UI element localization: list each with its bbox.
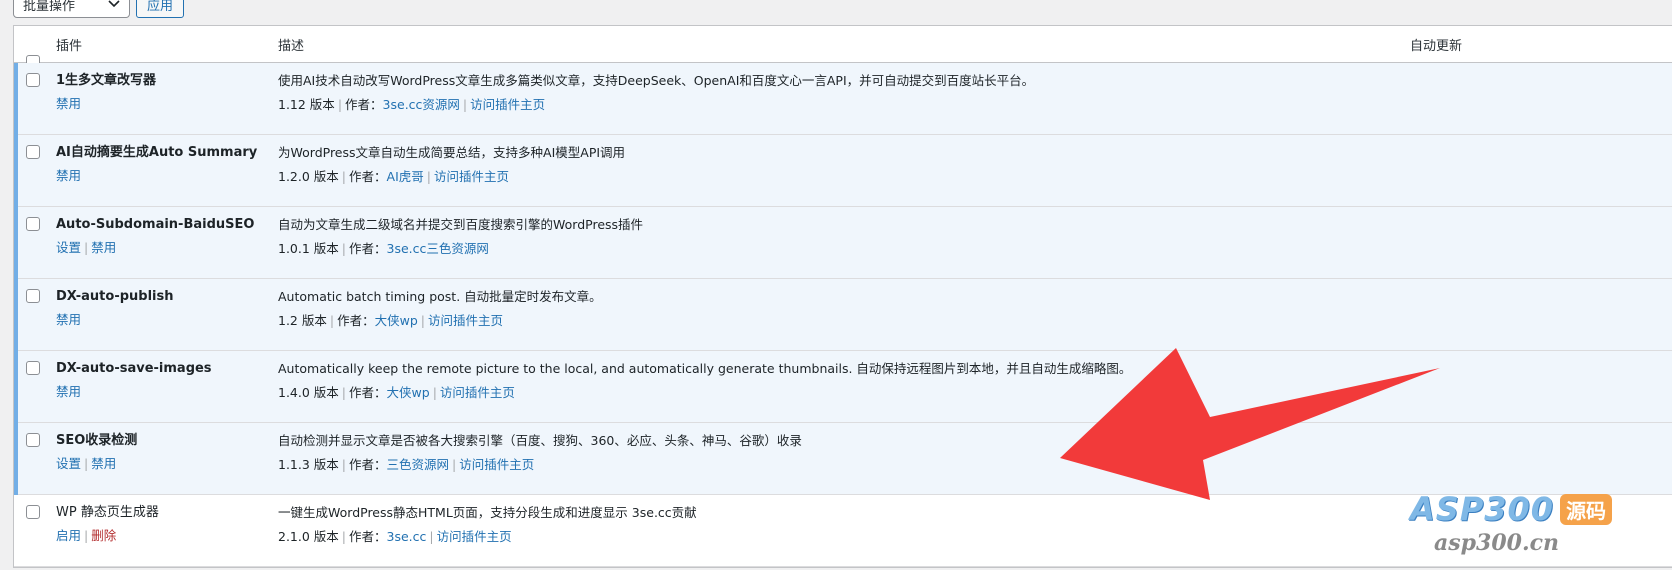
plugin-meta: 1.4.0 版本 | 作者：大侠wp | 访问插件主页	[278, 385, 515, 400]
plugin-title: WP 静态页生成器	[56, 505, 159, 520]
author-link[interactable]: 大侠wp	[387, 385, 430, 400]
author-link[interactable]: 3se.cc	[387, 529, 427, 544]
visit-plugin-link[interactable]: 访问插件主页	[470, 97, 545, 112]
deactivate-link[interactable]: 禁用	[56, 312, 81, 327]
author-prefix: 作者：	[349, 385, 387, 400]
plugin-version: 1.0.1 版本	[278, 241, 339, 256]
watermark-logo: ASP300 源码 asp300.cn	[1410, 490, 1672, 570]
plugin-title: DX-auto-save-images	[56, 361, 212, 376]
deactivate-link[interactable]: 禁用	[56, 96, 81, 111]
column-plugin[interactable]: 插件	[56, 35, 278, 54]
plugin-checkbox[interactable]	[26, 217, 40, 231]
author-prefix: 作者：	[349, 169, 387, 184]
table-row: 1生多文章改写器 禁用 使用AI技术自动改写WordPress文章生成多篇类似文…	[14, 63, 1672, 135]
watermark-url: asp300.cn	[1434, 530, 1559, 556]
plugins-table: 插件 描述 自动更新 1生多文章改写器 禁用 使用AI技术自动改写WordPre…	[13, 25, 1672, 568]
author-link[interactable]: 3se.cc三色资源网	[387, 241, 489, 256]
plugin-title: Auto-Subdomain-BaiduSEO	[56, 217, 255, 232]
author-prefix: 作者：	[349, 529, 387, 544]
chevron-down-icon	[108, 0, 120, 12]
plugin-description: 使用AI技术自动改写WordPress文章生成多篇类似文章，支持DeepSeek…	[278, 73, 1035, 88]
visit-plugin-link[interactable]: 访问插件主页	[459, 457, 534, 472]
plugin-meta: 1.0.1 版本 | 作者：3se.cc三色资源网	[278, 241, 489, 256]
plugin-version: 1.12 版本	[278, 97, 335, 112]
plugin-meta: 1.2.0 版本 | 作者：AI虎哥 | 访问插件主页	[278, 169, 509, 184]
table-row: DX-auto-publish 禁用 Automatic batch timin…	[14, 279, 1672, 351]
plugin-title: SEO收录检测	[56, 433, 138, 448]
plugin-title: DX-auto-publish	[56, 289, 174, 304]
plugin-checkbox[interactable]	[26, 289, 40, 303]
author-link[interactable]: 三色资源网	[387, 457, 450, 472]
plugin-title: AI自动摘要生成Auto Summary	[56, 145, 258, 160]
bulk-action-label: 批量操作	[23, 0, 76, 14]
deactivate-link[interactable]: 禁用	[91, 456, 116, 471]
settings-link[interactable]: 设置	[56, 456, 81, 471]
plugin-checkbox[interactable]	[26, 361, 40, 375]
plugin-title: 1生多文章改写器	[56, 73, 157, 88]
visit-plugin-link[interactable]: 访问插件主页	[434, 169, 509, 184]
author-link[interactable]: 3se.cc资源网	[383, 97, 460, 112]
plugin-version: 1.4.0 版本	[278, 385, 339, 400]
plugin-meta: 2.1.0 版本 | 作者：3se.cc | 访问插件主页	[278, 529, 512, 544]
plugin-version: 1.1.3 版本	[278, 457, 339, 472]
plugin-version: 2.1.0 版本	[278, 529, 339, 544]
table-row: Auto-Subdomain-BaiduSEO 设置 | 禁用 自动为文章生成二级域…	[14, 207, 1672, 279]
plugin-description: 一键生成WordPress静态HTML页面，支持分段生成和进度显示 3se.cc…	[278, 505, 697, 520]
table-row: AI自动摘要生成Auto Summary 禁用 为WordPress文章自动生成…	[14, 135, 1672, 207]
plugin-checkbox[interactable]	[26, 73, 40, 87]
table-header: 插件 描述 自动更新	[14, 26, 1672, 69]
table-row: SEO收录检测 设置 | 禁用 自动检测并显示文章是否被各大搜索引擎（百度、搜狗、3…	[14, 423, 1672, 495]
plugin-checkbox[interactable]	[26, 145, 40, 159]
deactivate-link[interactable]: 禁用	[91, 240, 116, 255]
author-prefix: 作者：	[337, 313, 375, 328]
watermark-badge: 源码	[1560, 493, 1613, 525]
plugin-meta: 1.12 版本 | 作者：3se.cc资源网 | 访问插件主页	[278, 97, 546, 112]
visit-plugin-link[interactable]: 访问插件主页	[440, 385, 515, 400]
deactivate-link[interactable]: 禁用	[56, 384, 81, 399]
apply-button[interactable]: 应用	[136, 0, 185, 18]
visit-plugin-link[interactable]: 访问插件主页	[437, 529, 512, 544]
table-row: DX-auto-save-images 禁用 Automatically kee…	[14, 351, 1672, 423]
plugin-meta: 1.1.3 版本 | 作者：三色资源网 | 访问插件主页	[278, 457, 535, 472]
settings-link[interactable]: 设置	[56, 240, 81, 255]
author-link[interactable]: 大侠wp	[375, 313, 418, 328]
plugin-description: 自动为文章生成二级域名并提交到百度搜索引擎的WordPress插件	[278, 217, 644, 232]
author-prefix: 作者：	[349, 241, 387, 256]
plugin-description: Automatic batch timing post. 自动批量定时发布文章。	[278, 289, 602, 304]
deactivate-link[interactable]: 禁用	[56, 168, 81, 183]
column-auto-update: 自动更新	[1410, 38, 1463, 54]
plugin-meta: 1.2 版本 | 作者：大侠wp | 访问插件主页	[278, 313, 503, 328]
activate-link[interactable]: 启用	[56, 528, 81, 543]
plugin-checkbox[interactable]	[26, 433, 40, 447]
bulk-actions-bar: 批量操作 应用	[13, 0, 185, 18]
plugin-description: 自动检测并显示文章是否被各大搜索引擎（百度、搜狗、360、必应、头条、神马、谷歌…	[278, 433, 802, 448]
visit-plugin-link[interactable]: 访问插件主页	[428, 313, 503, 328]
author-link[interactable]: AI虎哥	[387, 169, 424, 184]
watermark-brand: ASP300	[1410, 490, 1555, 528]
plugin-description: Automatically keep the remote picture to…	[278, 361, 1132, 376]
column-description: 描述	[278, 38, 305, 54]
author-prefix: 作者：	[345, 97, 383, 112]
plugin-version: 1.2.0 版本	[278, 169, 339, 184]
plugin-description: 为WordPress文章自动生成简要总结，支持多种AI模型API调用	[278, 145, 626, 160]
plugin-checkbox[interactable]	[26, 505, 40, 519]
bulk-action-select[interactable]: 批量操作	[13, 0, 130, 18]
plugin-version: 1.2 版本	[278, 313, 327, 328]
delete-link[interactable]: 删除	[91, 528, 116, 543]
author-prefix: 作者：	[349, 457, 387, 472]
